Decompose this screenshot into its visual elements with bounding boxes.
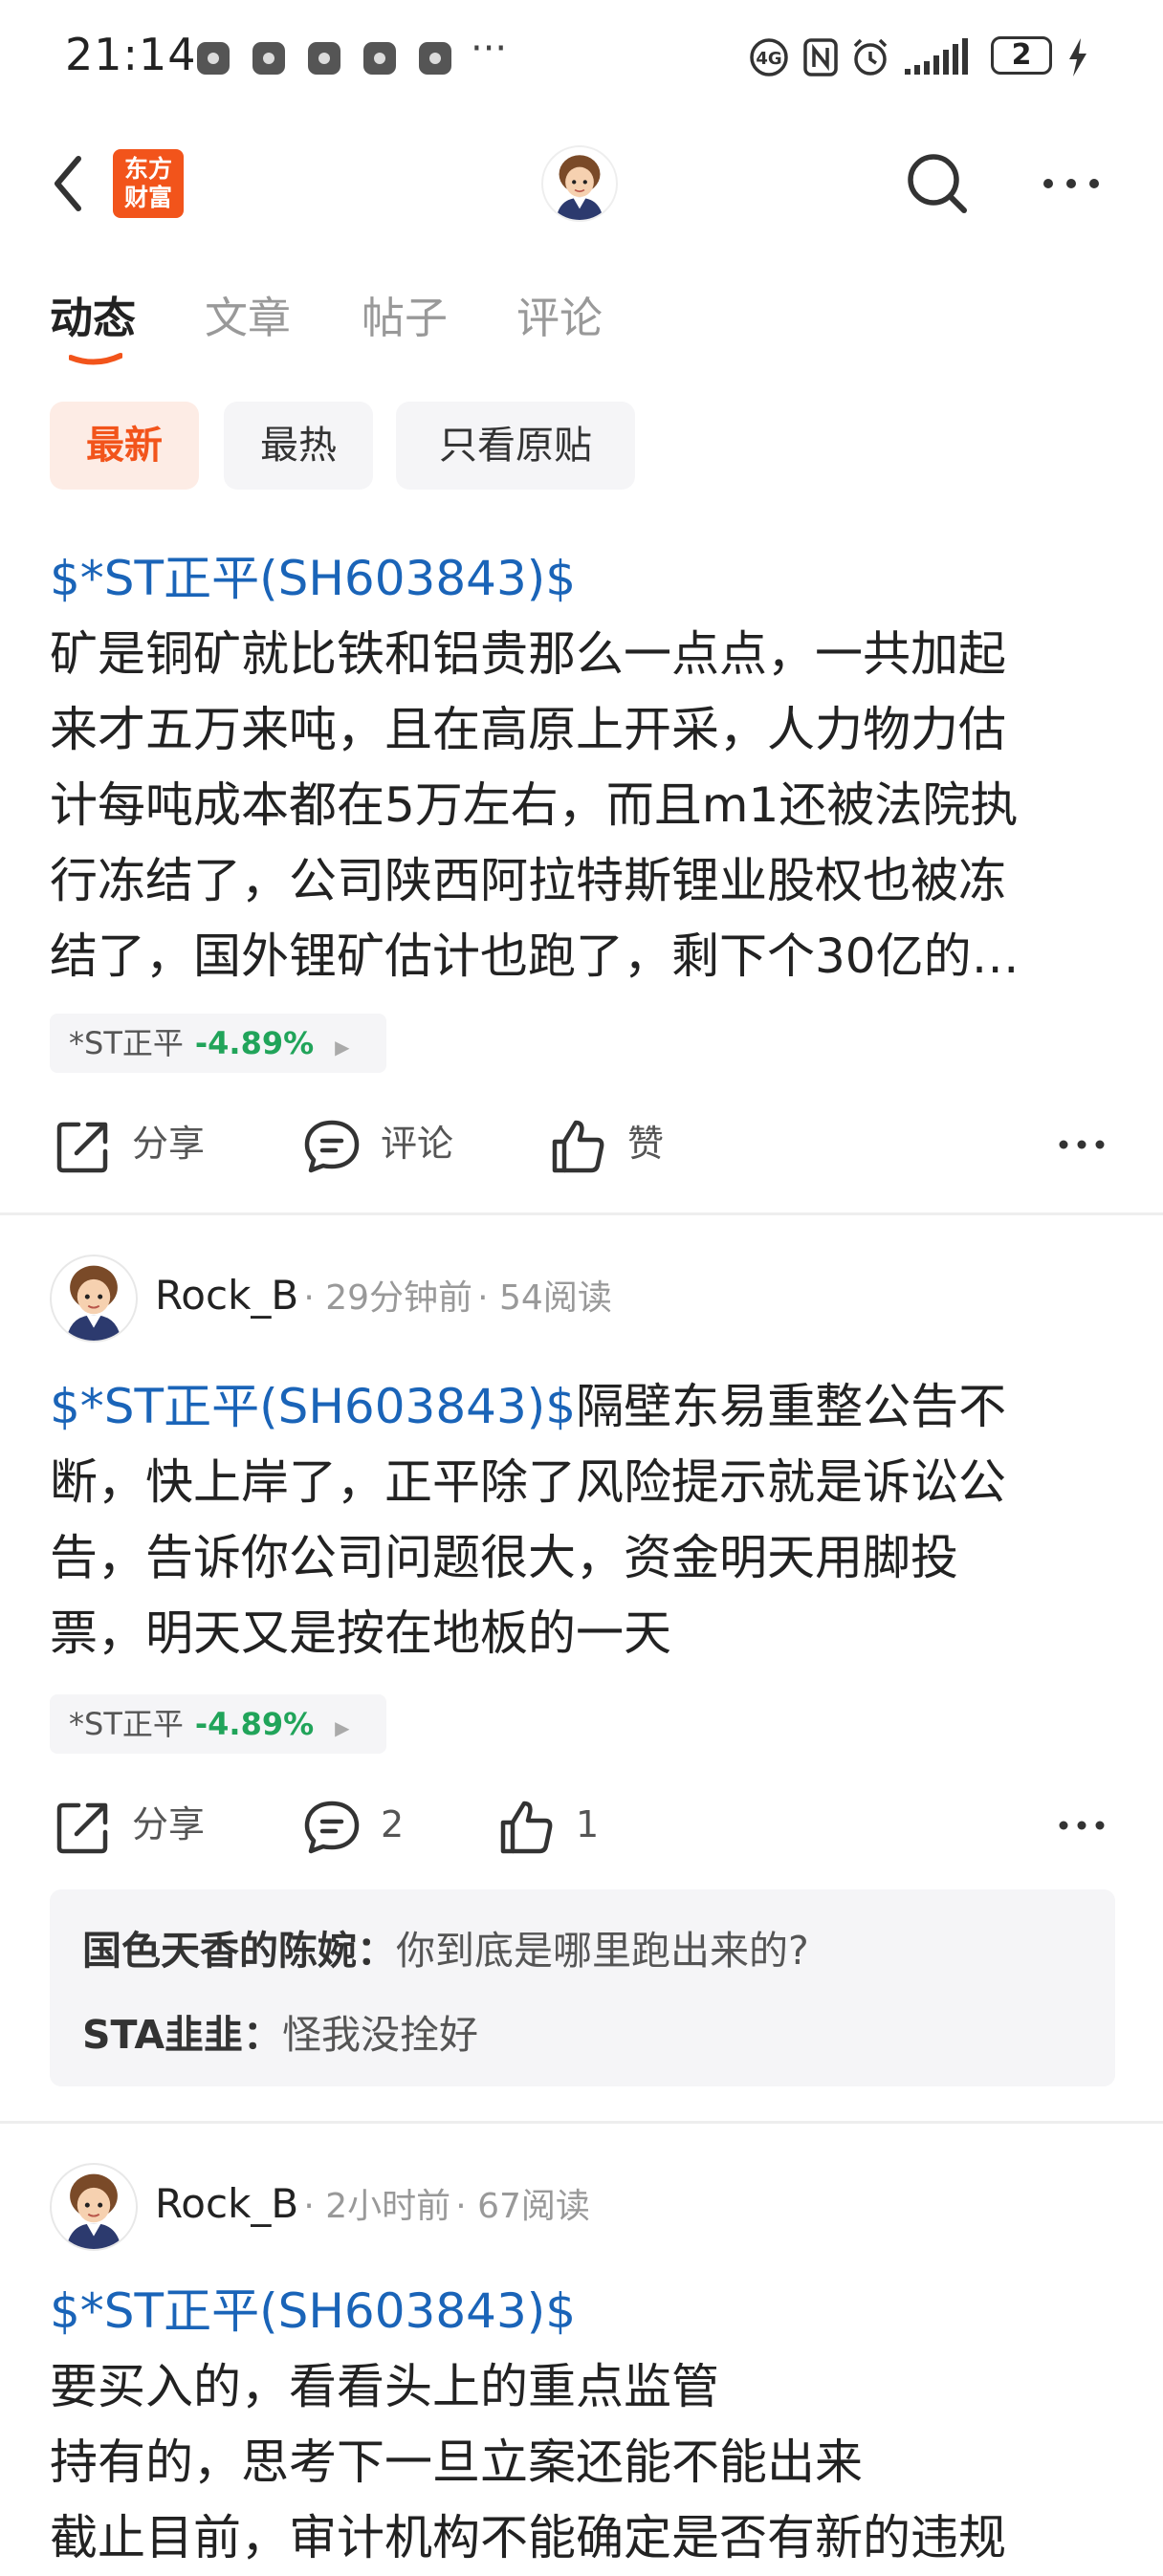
filter-latest[interactable]: 最新: [50, 402, 199, 490]
share-button[interactable]: 分享: [54, 1105, 205, 1182]
share-label: 分享: [132, 1803, 206, 1845]
search-button[interactable]: [903, 149, 972, 218]
post-time: 2小时前: [325, 2187, 451, 2226]
stock-name: *ST正平: [69, 1025, 184, 1061]
data-speed-icon: 4G: [750, 38, 788, 76]
comment-item: STA韭韭：怪我没拴好: [82, 2002, 478, 2060]
notification-app-icon: [197, 42, 230, 75]
avatar-icon: [556, 155, 603, 220]
share-icon: [56, 1122, 108, 1172]
author-name[interactable]: Rock_B: [155, 1272, 298, 1319]
logo-text: 财富: [123, 184, 172, 211]
comment-button[interactable]: 评论: [302, 1105, 453, 1182]
comment-button[interactable]: 2: [302, 1786, 404, 1863]
notification-app-icon: [363, 42, 396, 75]
app-logo: 东方 财富: [113, 149, 184, 218]
like-button[interactable]: 赞: [549, 1105, 664, 1182]
battery-indicator: 2: [991, 36, 1052, 75]
notification-app-icon: [308, 42, 340, 75]
tab-posts[interactable]: 帖子: [362, 283, 448, 345]
chevron-right-icon: ▶: [335, 1036, 350, 1059]
comment-label: 评论: [381, 1123, 454, 1165]
nfc-icon: [803, 38, 838, 76]
share-label: 分享: [132, 1123, 206, 1165]
stock-quote-chip[interactable]: *ST正平 -4.89% ▶: [50, 1694, 386, 1754]
comment-item: 国色天香的陈婉：你到底是哪里跑出来的?: [82, 1918, 809, 1976]
logo-text: 东方: [123, 155, 172, 183]
stock-name: *ST正平: [69, 1706, 184, 1742]
stock-change: -4.89%: [194, 1025, 315, 1061]
author-avatar[interactable]: [50, 1255, 138, 1343]
notification-app-icon: [419, 42, 451, 75]
post-line: 截止目前，审计机构不能确定是否有新的违规: [50, 2510, 1006, 2565]
more-options-button[interactable]: [1041, 163, 1102, 205]
post-line: $*ST正平(SH603843)$隔壁东易重整公告不: [50, 1369, 1121, 1445]
svg-text:4G: 4G: [756, 49, 781, 69]
like-button[interactable]: 1: [497, 1786, 599, 1863]
stock-change: -4.89%: [194, 1706, 315, 1742]
post-divider: [0, 1212, 1163, 1215]
post-line: 行冻结了，公司陕西阿拉特斯锂业股权也被冻: [50, 853, 1006, 908]
post-line: 结了，国外锂矿估计也跑了，剩下个30亿的…: [50, 928, 1020, 984]
filter-hottest[interactable]: 最热: [224, 402, 373, 490]
thumbs-up-icon: [500, 1801, 553, 1853]
status-time: 21:14: [65, 29, 197, 80]
post-content[interactable]: $*ST正平(SH603843)$隔壁东易重整公告不 断，快上岸了，正平除了风险…: [50, 1369, 1121, 1671]
profile-avatar[interactable]: [541, 145, 618, 222]
post-line: 要买入的，看看头上的重点监管: [50, 2359, 719, 2414]
like-count: 1: [576, 1803, 600, 1845]
share-button[interactable]: 分享: [54, 1786, 205, 1863]
more-notifications-icon: ···: [471, 27, 508, 71]
filter-original-only[interactable]: 只看原贴: [396, 402, 635, 490]
post-line-text: 隔壁东易重整公告不: [576, 1379, 1007, 1434]
stock-tag-link[interactable]: $*ST正平(SH603843)$: [50, 2274, 1121, 2349]
read-count: 67阅读: [477, 2187, 590, 2226]
post-line: 矿是铜矿就比铁和铝贵那么一点点，一共加起: [50, 626, 1006, 682]
post-content[interactable]: $*ST正平(SH603843)$ 要买入的，看看头上的重点监管 持有的，思考下…: [50, 2274, 1121, 2576]
tab-articles[interactable]: 文章: [205, 283, 291, 345]
alarm-icon: [853, 38, 888, 76]
signal-icon: [905, 38, 968, 75]
post-line: 来才五万来吨，且在高原上开采，人力物力估: [50, 702, 1006, 757]
comment-text: 你到底是哪里跑出来的?: [396, 1928, 809, 1974]
post-line: 持有的，思考下一旦立案还能不能出来: [50, 2434, 863, 2490]
post-line: 票，明天又是按在地板的一天: [50, 1605, 671, 1661]
commenter-name[interactable]: STA韭韭：: [82, 2012, 282, 2058]
read-count: 54阅读: [499, 1278, 612, 1318]
like-label: 赞: [627, 1123, 665, 1165]
charging-icon: [1069, 38, 1086, 76]
post-more-button[interactable]: [1058, 1130, 1106, 1159]
commenter-name[interactable]: 国色天香的陈婉：: [82, 1928, 396, 1974]
stock-tag-link[interactable]: $*ST正平(SH603843)$: [50, 1379, 576, 1434]
stock-tag-link[interactable]: $*ST正平(SH603843)$: [50, 541, 1121, 617]
post-time: 29分钟前: [325, 1278, 473, 1318]
stock-quote-chip[interactable]: *ST正平 -4.89% ▶: [50, 1014, 386, 1073]
post-more-button[interactable]: [1058, 1811, 1106, 1840]
active-tab-indicator: [69, 353, 122, 365]
post-divider: [0, 2121, 1163, 2124]
share-icon: [56, 1802, 108, 1853]
status-bar: 21:14 ··· 4G 2: [0, 0, 1163, 115]
post-author-row: Rock_B · 29分钟前 · 54阅读: [155, 1272, 612, 1319]
comment-icon: [304, 1801, 360, 1853]
thumbs-up-icon: [552, 1120, 604, 1172]
post-content[interactable]: $*ST正平(SH603843)$ 矿是铜矿就比铁和铝贵那么一点点，一共加起 来…: [50, 541, 1121, 994]
comment-icon: [304, 1120, 360, 1172]
chevron-right-icon: ▶: [335, 1716, 350, 1739]
comment-count: 2: [381, 1803, 405, 1845]
author-avatar[interactable]: [50, 2163, 138, 2251]
post-author-row: Rock_B · 2小时前 · 67阅读: [155, 2180, 590, 2227]
tab-comments[interactable]: 评论: [516, 283, 603, 345]
tab-dynamic[interactable]: 动态: [50, 283, 136, 345]
post-line: 计每吨成本都在5万左右，而且m1还被法院执: [50, 777, 1019, 833]
comment-text: 怪我没拴好: [282, 2012, 479, 2058]
back-button[interactable]: [42, 145, 99, 222]
post-line: 告，告诉你公司问题很大，资金明天用脚投: [50, 1530, 958, 1585]
author-name[interactable]: Rock_B: [155, 2180, 298, 2227]
notification-app-icon: [252, 42, 285, 75]
avatar-icon: [66, 1265, 121, 1341]
post-line: 断，快上岸了，正平除了风险提示就是诉讼公: [50, 1454, 1006, 1510]
avatar-icon: [66, 2173, 121, 2249]
comment-preview-box[interactable]: 国色天香的陈婉：你到底是哪里跑出来的? STA韭韭：怪我没拴好: [50, 1889, 1115, 2086]
